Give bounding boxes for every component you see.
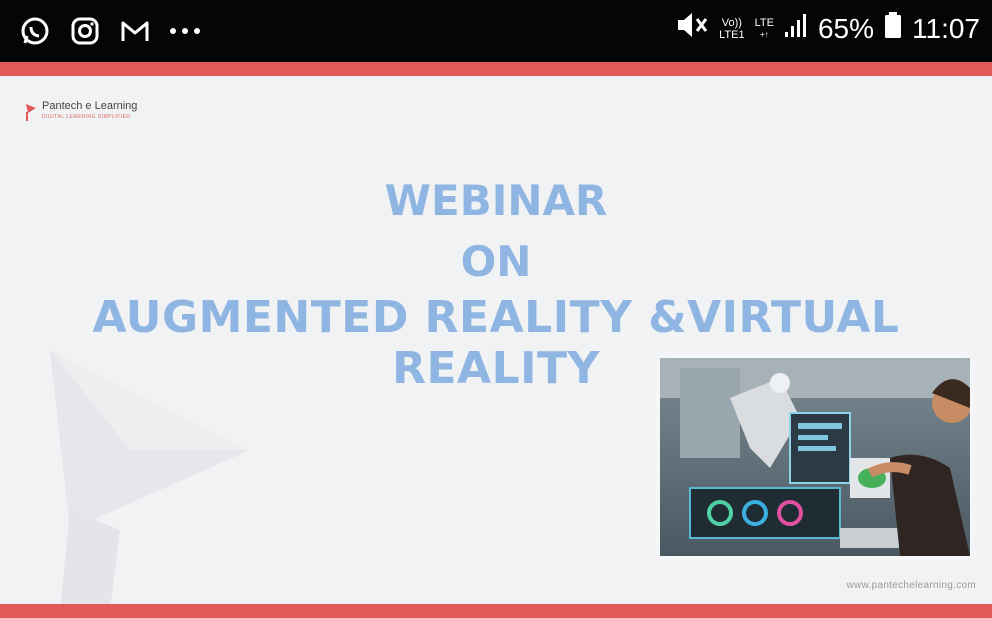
mute-icon — [675, 10, 709, 47]
gmail-icon — [118, 14, 152, 48]
more-icon — [168, 14, 202, 48]
signal-icon — [784, 12, 808, 45]
title-on: ON — [460, 237, 532, 286]
slide-top-accent-bar — [0, 62, 992, 76]
logo-name: Pantech e Learning — [42, 100, 138, 112]
notification-icons — [18, 14, 202, 48]
status-bar: Vo)) LTE1 LTE +↑ 65% 11:07 — [0, 0, 992, 62]
slide-bottom-accent-bar — [0, 604, 992, 618]
title-webinar: WEBINAR — [384, 176, 608, 225]
lte-indicator: LTE +↑ — [754, 16, 774, 39]
website-url: www.pantechelearning.com — [846, 580, 976, 591]
logo-tagline: DIGITAL LEARNING SIMPLIFIED — [42, 114, 131, 120]
volte-indicator: Vo)) LTE1 — [719, 16, 745, 41]
clock: 11:07 — [912, 12, 980, 44]
whatsapp-icon — [18, 14, 52, 48]
battery-percent: 65% — [817, 12, 874, 44]
ar-vr-illustration-image — [660, 358, 970, 556]
pantech-logo-icon — [24, 100, 38, 127]
instagram-icon — [68, 14, 102, 48]
pantech-logo: Pantech e Learning DIGITAL LEARNING SIMP… — [24, 100, 137, 127]
battery-icon — [884, 11, 902, 46]
system-status: Vo)) LTE1 LTE +↑ 65% 11:07 — [675, 10, 980, 47]
